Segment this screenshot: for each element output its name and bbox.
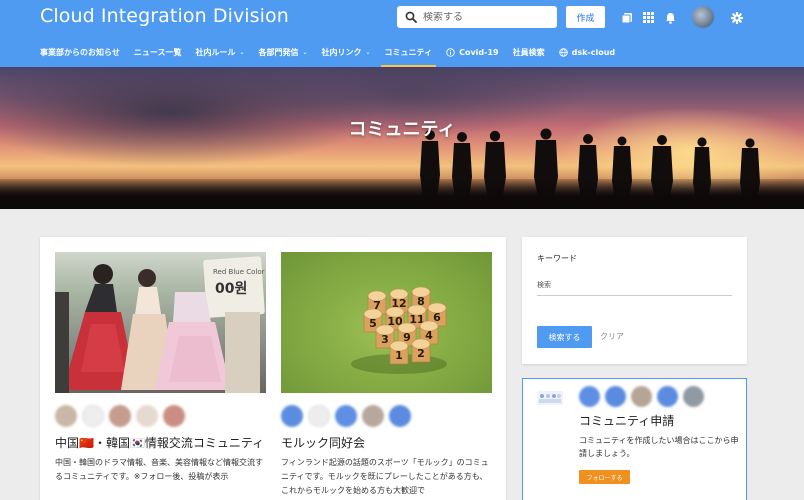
molkky-pins: 7 12 85 10 11 63 9 41 2 (351, 286, 447, 374)
user-avatar[interactable] (692, 6, 714, 28)
apply-title[interactable]: コミュニティ申請 (579, 412, 674, 429)
community-title[interactable]: 中国🇨🇳・韓国🇰🇷情報交流コミュニティ (55, 434, 266, 452)
member-avatar[interactable] (109, 405, 131, 427)
member-avatar[interactable] (605, 386, 626, 407)
create-button[interactable]: 作成 (566, 6, 605, 28)
nav-item-community[interactable]: コミュニティ (380, 38, 436, 67)
search-icon (405, 11, 417, 23)
search-input[interactable] (423, 11, 543, 23)
member-avatar[interactable] (308, 405, 330, 427)
nav-item-dsk-cloud[interactable]: dsk-cloud (558, 38, 616, 67)
hero-grass (0, 179, 804, 209)
nav-item-label: 社内ルール (195, 48, 236, 57)
molkky-pin: 2 (411, 338, 431, 363)
member-avatar[interactable] (631, 386, 652, 407)
nav-item-employee-search[interactable]: 社員検索 (513, 38, 545, 67)
community-description: フィンランド起源の話題のスポーツ「モルック」のコミュニティです。モルックを既にプ… (281, 458, 489, 495)
keyword-label: キーワード (537, 254, 577, 263)
molkky-pin: 1 (389, 340, 409, 365)
info-icon (446, 48, 455, 57)
nav-item-internal-links[interactable]: 社内リンク ⌄ (322, 38, 371, 67)
molkky-pin-number: 2 (417, 347, 425, 360)
nav-item-division-news[interactable]: 事業部からのお知らせ (40, 38, 120, 67)
nav-item-label: Covid-19 (459, 48, 499, 57)
chevron-down-icon: ⌄ (365, 49, 371, 56)
member-avatars (55, 405, 266, 427)
community-photo[interactable]: 7 12 8 5 10 11 6 3 9 4 1 2 (281, 252, 492, 393)
follow-button[interactable]: フォローする (579, 470, 630, 484)
clear-button[interactable]: クリア (600, 326, 624, 348)
community-photo[interactable]: Red Blue Color 00원 (55, 252, 266, 393)
nav-item-covid[interactable]: Covid-19 (446, 38, 499, 67)
member-avatar[interactable] (579, 386, 600, 407)
main-nav: 事業部からのお知らせ ニュース一覧 社内ルール ⌄ 各部門発信 ⌄ 社内リンク ⌄ コ… (0, 38, 804, 67)
member-avatar[interactable] (136, 405, 158, 427)
community-card-molkky[interactable]: 7 12 8 5 10 11 6 3 9 4 1 2 モルック同好会 フィンランド起源の話題のスポーツ… (281, 252, 492, 498)
chevron-down-icon: ⌄ (239, 49, 245, 56)
molkky-pin-number: 5 (369, 317, 377, 330)
nav-item-label: 社内リンク (321, 48, 362, 57)
member-avatars (281, 405, 492, 427)
community-apply-card: コミュニティ申請 コミュニティを作成したい場合はここから申請しましょう。 フォロ… (522, 378, 747, 500)
nav-item-news-list[interactable]: ニュース一覧 (134, 38, 182, 67)
nav-item-label: 各部門発信 (258, 48, 299, 57)
molkky-pin-number: 3 (381, 333, 389, 346)
keyword-search-card: キーワード 検索する クリア (522, 237, 747, 364)
member-avatar[interactable] (362, 405, 384, 427)
top-header: Cloud Integration Division 作成 (0, 0, 804, 67)
hero-banner: コミュニティ (0, 67, 804, 209)
nav-item-label: 社員検索 (512, 48, 545, 57)
settings-icon[interactable] (730, 11, 743, 24)
notifications-icon[interactable] (664, 11, 677, 24)
member-avatar[interactable] (281, 405, 303, 427)
member-avatar[interactable] (163, 405, 185, 427)
community-description: 中国・韓国のドラマ情報、音楽、美容情報など情報交流するコミュニティです。※フォロ… (55, 458, 263, 481)
member-avatars (579, 386, 709, 407)
member-avatar[interactable] (657, 386, 678, 407)
nav-item-company-rules[interactable]: 社内ルール ⌄ (195, 38, 244, 67)
nav-item-label: dsk-cloud (571, 48, 616, 57)
apps-grid-icon[interactable] (642, 11, 655, 24)
keyword-input[interactable] (537, 274, 732, 296)
member-avatar[interactable] (82, 405, 104, 427)
apply-description: コミュニティを作成したい場合はここから申請しましょう。 (579, 436, 739, 458)
pages-icon[interactable] (620, 11, 633, 24)
community-card-china-korea[interactable]: Red Blue Color 00원 中国🇨🇳・韓国🇰🇷情報交流コミュニティ 中… (55, 252, 266, 484)
nav-item-departments[interactable]: 各部門発信 ⌄ (258, 38, 307, 67)
community-title[interactable]: モルック同好会 (281, 434, 492, 452)
globe-icon (558, 48, 568, 57)
site-title[interactable]: Cloud Integration Division (40, 5, 289, 27)
member-avatar[interactable] (683, 386, 704, 407)
molkky-pin-number: 1 (395, 349, 403, 362)
chevron-down-icon: ⌄ (302, 49, 308, 56)
community-list-card: Red Blue Color 00원 中国🇨🇳・韓国🇰🇷情報交流コミュニティ 中… (40, 237, 506, 500)
member-avatar[interactable] (335, 405, 357, 427)
hero-title: コミュニティ (348, 119, 456, 140)
search-button[interactable]: 検索する (537, 326, 592, 348)
nav-item-label: 事業部からのお知らせ (40, 48, 120, 57)
member-avatar[interactable] (389, 405, 411, 427)
community-logo-icon (537, 391, 563, 405)
hanbok-figures (55, 264, 260, 393)
nav-item-label: ニュース一覧 (133, 48, 182, 57)
nav-item-label: コミュニティ (384, 48, 433, 57)
member-avatar[interactable] (55, 405, 77, 427)
search-box[interactable] (397, 6, 557, 28)
